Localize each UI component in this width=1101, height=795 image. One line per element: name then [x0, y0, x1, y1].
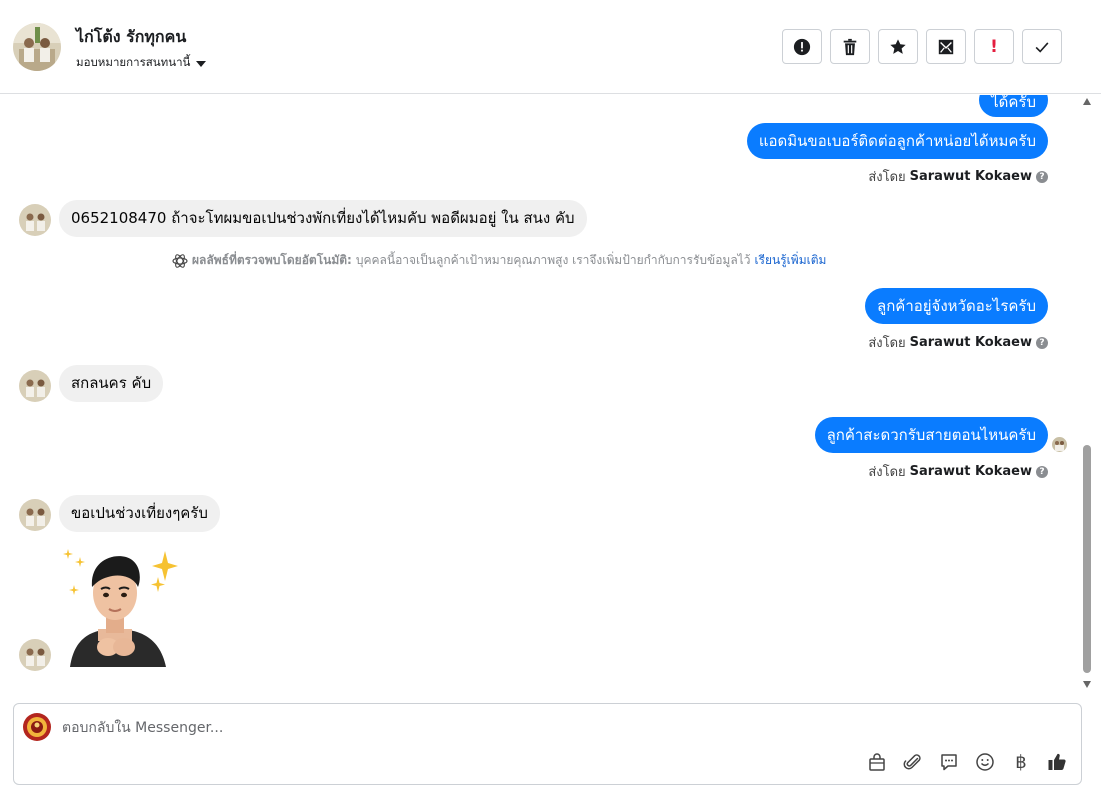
- scroll-down-arrow-icon[interactable]: [1083, 681, 1091, 688]
- auto-detected-note: ผลลัพธ์ที่ตรวจพบโดยอัตโนมัติ: บุคคลนี้อา…: [172, 251, 826, 270]
- emoji-button[interactable]: [973, 750, 997, 774]
- exclamation-icon: !: [990, 36, 998, 57]
- reply-input[interactable]: [62, 718, 862, 738]
- chat-bubble-icon: [941, 754, 957, 771]
- outgoing-message[interactable]: ลูกค้าอยู่จังหวัดอะไรครับ: [865, 288, 1048, 324]
- scroll-up-arrow-icon[interactable]: [1083, 98, 1091, 105]
- outgoing-message[interactable]: แอดมินขอเบอร์ติดต่อลูกค้าหน่อยได้หมครับ: [746, 123, 1048, 159]
- sender-name: Sarawut Kokaew: [909, 335, 1032, 350]
- composer-toolbar: ฿: [865, 750, 1069, 774]
- atom-icon: [172, 253, 188, 268]
- outgoing-message[interactable]: ลูกค้าสะดวกรับสายตอนไหนครับ: [814, 417, 1048, 453]
- caret-down-icon: [196, 60, 207, 67]
- incoming-message[interactable]: 0652108470 ถ้าจะโทผมขอเปนช่วงพักเที่ยงได…: [59, 200, 587, 237]
- info-icon[interactable]: ?: [1036, 170, 1048, 183]
- mark-unread-button[interactable]: [926, 29, 966, 64]
- seen-avatar: [1052, 437, 1067, 452]
- contact-avatar-small: [19, 499, 51, 531]
- auto-note-text: บุคคลนี้อาจเป็นลูกค้าเป้าหมายคุณภาพสูง เ…: [355, 253, 751, 267]
- contact-name: ไก่โต้ง รักทุกคน: [76, 27, 187, 46]
- payment-button[interactable]: ฿: [1009, 750, 1033, 774]
- sender-name: Sarawut Kokaew: [909, 169, 1032, 184]
- messenger-inbox: ไก่โต้ง รักทุกคน มอบหมายการสนทนานี้ ! ได…: [0, 0, 1101, 795]
- scrollbar-thumb[interactable]: [1083, 445, 1091, 673]
- contact-avatar[interactable]: [13, 23, 61, 71]
- like-button[interactable]: [1045, 750, 1069, 774]
- contact-avatar-small: [19, 204, 51, 236]
- thumbs-up-icon: [1048, 753, 1066, 770]
- info-icon[interactable]: ?: [1036, 336, 1048, 349]
- star-icon: [890, 38, 906, 54]
- conversation-header: ไก่โต้ง รักทุกคน มอบหมายการสนทนานี้ !: [0, 0, 1101, 94]
- incoming-message[interactable]: สกลนคร คับ: [59, 365, 164, 402]
- sender-name: Sarawut Kokaew: [909, 464, 1032, 479]
- mark-done-button[interactable]: [1022, 29, 1062, 64]
- mark-spam-button[interactable]: [782, 29, 822, 64]
- trash-icon: [843, 38, 857, 55]
- contact-avatar-small: [19, 639, 51, 671]
- shop-button[interactable]: [865, 750, 889, 774]
- conversation-toolbar: !: [782, 29, 1062, 64]
- auto-note-label: ผลลัพธ์ที่ตรวจพบโดยอัตโนมัติ:: [192, 253, 352, 267]
- delete-button[interactable]: [830, 29, 870, 64]
- sent-by-label: ส่งโดย Sarawut Kokaew ?: [868, 332, 1048, 353]
- attach-button[interactable]: [901, 750, 925, 774]
- thread-scrollbar[interactable]: [1080, 95, 1094, 693]
- sent-by-label: ส่งโดย Sarawut Kokaew ?: [868, 166, 1048, 187]
- assign-conversation-dropdown[interactable]: มอบหมายการสนทนานี้: [76, 54, 207, 72]
- reply-composer: ฿: [13, 703, 1082, 785]
- paperclip-icon: [903, 754, 921, 770]
- avatar-sticker[interactable]: [60, 543, 180, 667]
- alert-circle-icon: [793, 38, 811, 55]
- sent-by-label: ส่งโดย Sarawut Kokaew ?: [868, 461, 1048, 482]
- check-icon: [1035, 41, 1049, 53]
- baht-icon: ฿: [1015, 751, 1027, 773]
- contact-avatar-small: [19, 370, 51, 402]
- assign-label: มอบหมายการสนทนานี้: [76, 55, 191, 69]
- star-button[interactable]: [878, 29, 918, 64]
- page-avatar: [23, 713, 51, 741]
- learn-more-link[interactable]: เรียนรู้เพิ่มเติม: [754, 251, 826, 270]
- incoming-message[interactable]: ขอเปนช่วงเที่ยงๆครับ: [59, 495, 220, 532]
- outgoing-message[interactable]: ได้ครับ: [979, 95, 1048, 117]
- message-thread[interactable]: ได้ครับ แอดมินขอเบอร์ติดต่อลูกค้าหน่อยได…: [0, 95, 1080, 693]
- saved-replies-button[interactable]: [937, 750, 961, 774]
- smiley-icon: [976, 753, 994, 771]
- shopping-bag-icon: [869, 753, 885, 771]
- mark-important-button[interactable]: !: [974, 29, 1014, 64]
- mail-icon: [938, 39, 954, 54]
- info-icon[interactable]: ?: [1036, 465, 1048, 478]
